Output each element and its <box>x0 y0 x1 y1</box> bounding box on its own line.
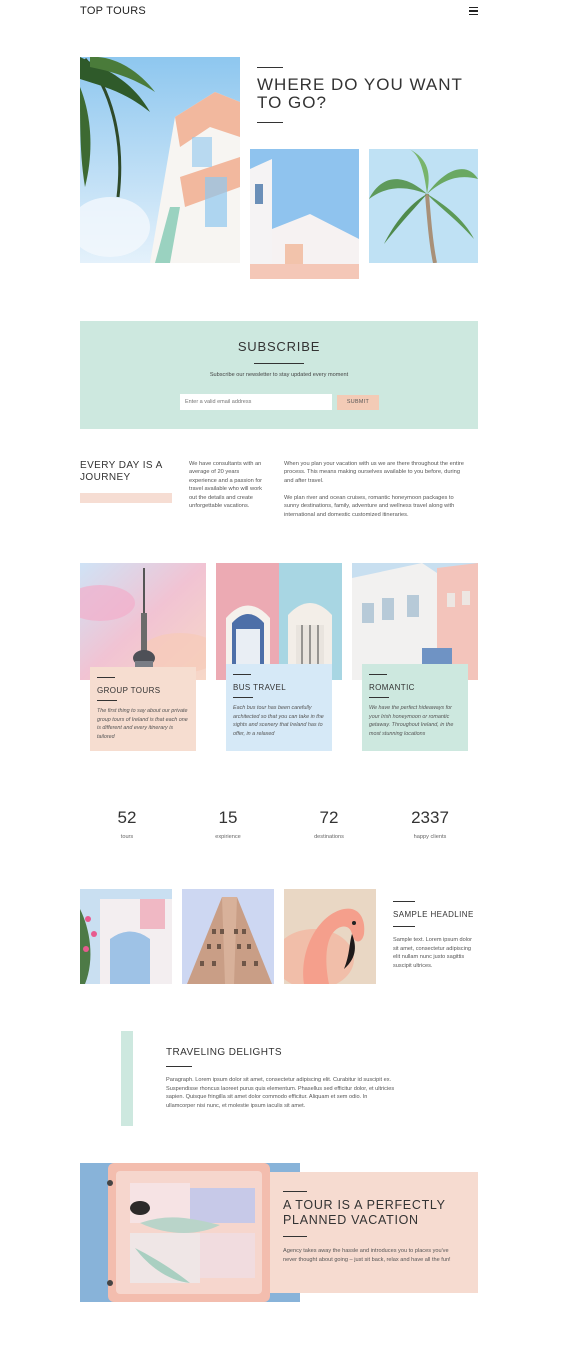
card-bus-travel[interactable]: BUS TRAVEL Each bus tour has been carefu… <box>226 664 332 751</box>
stat-clients-value: 2337 <box>411 808 449 827</box>
subscribe-title: SUBSCRIBE <box>237 339 321 354</box>
hero-bottom-divider <box>257 122 283 123</box>
subscribe-divider <box>254 363 304 364</box>
card-divider <box>97 700 117 701</box>
stat-destinations-value: 72 <box>319 808 339 827</box>
card-romantic[interactable]: ROMANTIC We have the perfect hideaways f… <box>362 664 468 751</box>
card-divider <box>369 697 389 698</box>
hero-palm-tree-image <box>369 149 478 263</box>
card-group-tours[interactable]: GROUP TOURS The first thing to say about… <box>90 667 196 751</box>
card-divider <box>233 697 253 698</box>
card-divider <box>97 677 115 678</box>
tour-suitcase-image <box>80 1163 300 1302</box>
stat-clients-label: happy clients <box>413 834 447 840</box>
hero-title: WHERE DO YOU WANT TO GO? <box>257 75 463 112</box>
journey-title: EVERY DAY IS A JOURNEY <box>80 460 163 483</box>
tour-divider <box>283 1191 307 1192</box>
journey-text-col2a: When you plan your vacation with us we a… <box>284 461 464 484</box>
journey-text-col1: We have consultants with an average of 2… <box>189 461 263 510</box>
journey-text-col2b: We plan river and ocean cruises, romanti… <box>284 495 455 518</box>
card-text: We have the perfect hideaways for your I… <box>369 705 454 737</box>
card-text: The first thing to say about our private… <box>97 708 188 740</box>
stat-tours-label: tours <box>120 834 134 840</box>
hero-white-house-image <box>250 149 359 279</box>
traveling-text: Paragraph. Lorem ipsum dolor sit amet, c… <box>166 1077 395 1110</box>
submit-button[interactable]: SUBMIT <box>337 395 379 410</box>
hamburger-menu-icon[interactable] <box>469 7 478 15</box>
card-divider <box>233 674 251 675</box>
stat-tours-value: 52 <box>117 808 137 827</box>
card-text: Each bus tour has been carefully archite… <box>233 705 324 737</box>
tour-divider <box>283 1236 307 1237</box>
stat-destinations-label: destinations <box>314 834 344 840</box>
brand-logo[interactable]: TOP TOURS <box>80 5 146 17</box>
card-divider <box>369 674 387 675</box>
sample-image-flatiron <box>182 889 274 984</box>
tour-text: Agency takes away the hassle and introdu… <box>283 1248 451 1263</box>
traveling-divider <box>166 1066 192 1067</box>
email-input[interactable] <box>180 394 332 410</box>
journey-accent-bar <box>80 493 172 503</box>
card-image-tower <box>80 563 206 680</box>
traveling-title: TRAVELING DELIGHTS <box>166 1047 282 1058</box>
sample-divider <box>393 926 415 927</box>
hero-building-palm-image <box>80 57 240 263</box>
stat-experience-value: 15 <box>218 808 238 827</box>
sample-divider <box>393 901 415 902</box>
sample-image-flamingo <box>284 889 376 984</box>
traveling-accent-bar <box>121 1031 133 1126</box>
stat-experience-label: expirience <box>215 834 241 840</box>
sample-headline: SAMPLE HEADLINE <box>393 910 474 919</box>
card-title: ROMANTIC <box>369 683 415 692</box>
hero-top-divider <box>257 67 283 68</box>
card-image-street <box>352 563 478 680</box>
card-title: GROUP TOURS <box>97 686 161 695</box>
tour-title: A TOUR IS A PERFECTLY PLANNED VACATION <box>283 1198 446 1227</box>
subscribe-description: Subscribe our newsletter to stay updated… <box>209 372 349 378</box>
sample-text: Sample text. Lorem ipsum dolor sit amet,… <box>393 937 472 970</box>
card-title: BUS TRAVEL <box>233 683 287 692</box>
card-image-doors <box>216 563 342 680</box>
sample-image-village <box>80 889 172 984</box>
